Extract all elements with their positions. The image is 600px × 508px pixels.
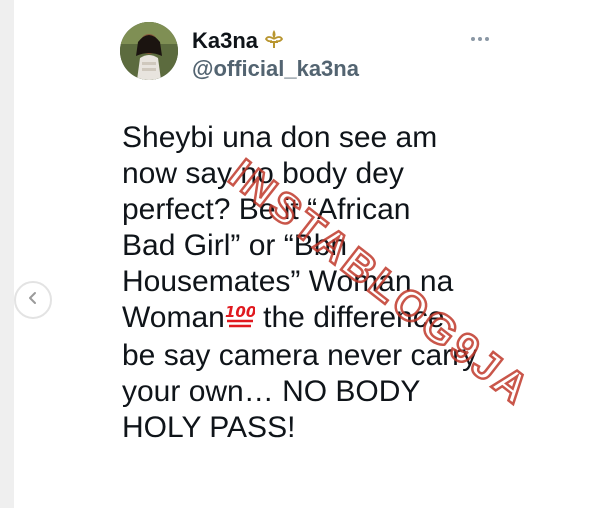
ellipsis-icon	[470, 29, 490, 47]
chevron-left-icon	[26, 291, 40, 310]
tweet-line: now say no body dey	[122, 157, 404, 190]
tweet-line: HOLY PASS!	[122, 411, 296, 444]
user-handle[interactable]: @official_ka3na	[192, 56, 359, 82]
tweet-line: Woman	[122, 301, 225, 334]
display-name[interactable]: Ka3na	[192, 28, 258, 54]
tweet-line: Bad Girl” or “Bbn	[122, 229, 348, 262]
tweet-line: your own… NO BODY	[122, 375, 421, 408]
tweet-text: Sheybi una don see am now say no body de…	[122, 120, 502, 446]
tweet-line: the difference	[254, 301, 445, 334]
tweet-card: Ka3na @official_ka3na Sheybi una don see…	[94, 0, 542, 508]
svg-text:100: 100	[225, 303, 255, 321]
tweet-line: be say camera never carry	[122, 339, 478, 372]
hundred-points-icon: 100	[225, 301, 256, 338]
tweet-line: Sheybi una don see am	[122, 121, 438, 154]
carousel-edge	[0, 0, 14, 508]
more-options-button[interactable]	[466, 28, 494, 48]
previous-slide-button[interactable]	[14, 281, 52, 319]
post-viewer: Ka3na @official_ka3na Sheybi una don see…	[0, 0, 600, 508]
fleur-de-lis-icon	[264, 29, 284, 54]
tweet-line: Housemates” Woman na	[122, 265, 454, 298]
avatar[interactable]	[120, 22, 178, 80]
tweet-line: perfect? Be it “African	[122, 193, 411, 226]
display-name-row: Ka3na	[192, 28, 284, 54]
